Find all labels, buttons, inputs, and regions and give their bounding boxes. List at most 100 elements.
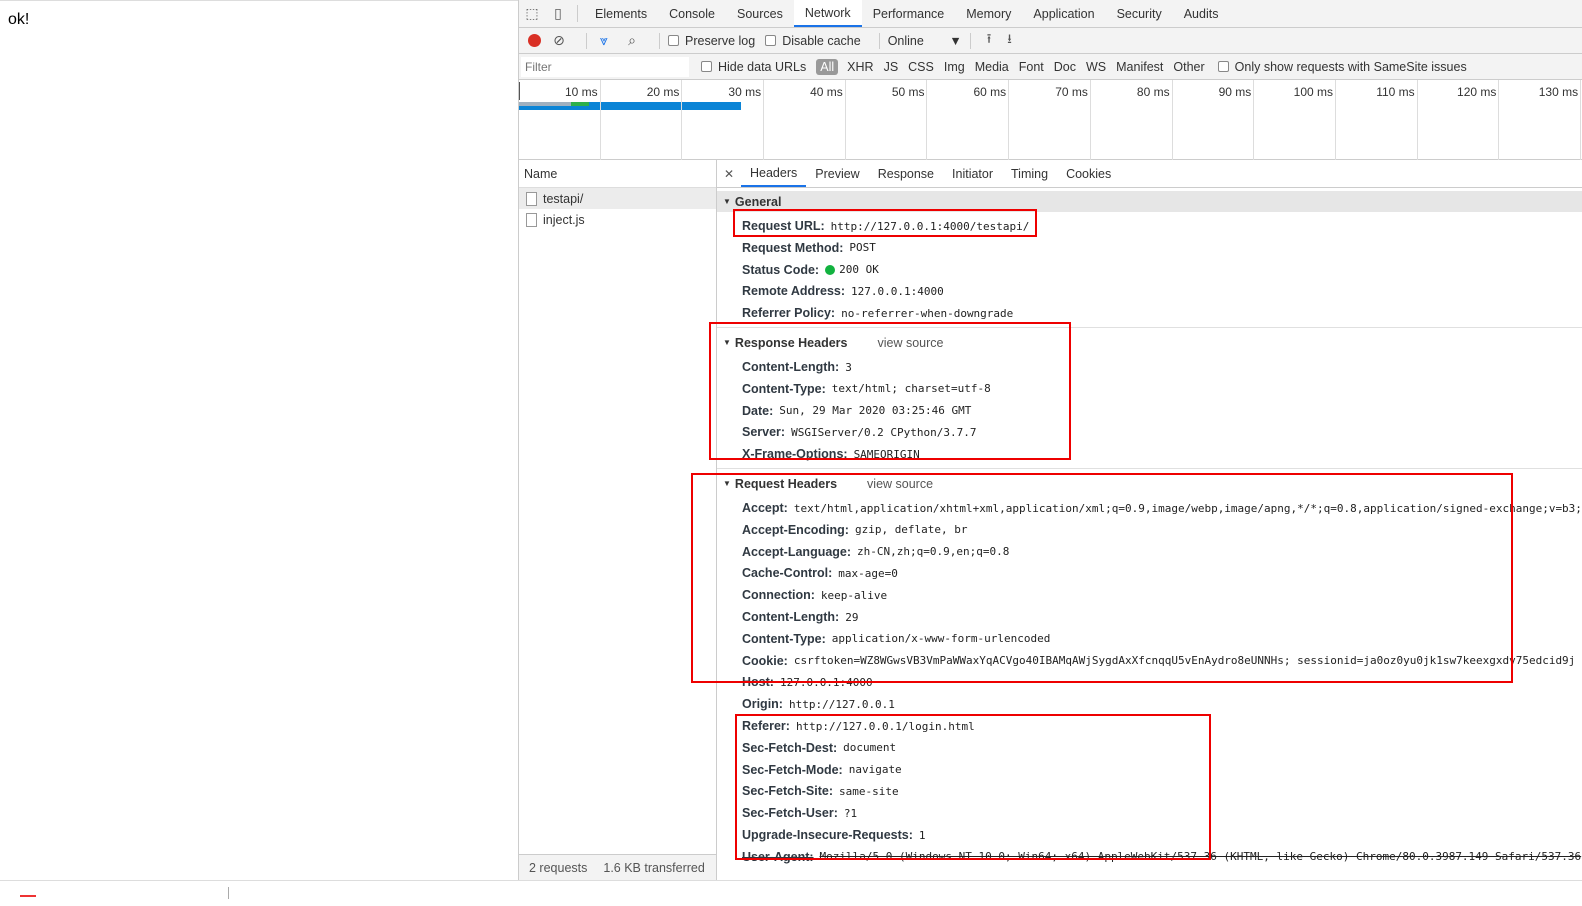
header-row: Date: Sun, 29 Mar 2020 03:25:46 GMT xyxy=(742,400,971,422)
search-icon[interactable]: ⌕ xyxy=(623,32,641,50)
tab-sources[interactable]: Sources xyxy=(726,0,794,27)
checkbox-icon[interactable] xyxy=(701,61,712,72)
type-filter-font[interactable]: Font xyxy=(1014,60,1049,74)
checkbox-icon[interactable] xyxy=(1217,61,1229,72)
header-value: 29 xyxy=(845,610,859,624)
header-row: Referrer Policy: no-referrer-when-downgra… xyxy=(742,302,1013,324)
type-filter-ws[interactable]: WS xyxy=(1081,60,1111,74)
tab-cookies[interactable]: Cookies xyxy=(1057,160,1120,187)
tab-memory[interactable]: Memory xyxy=(955,0,1022,27)
type-filter-media[interactable]: Media xyxy=(970,60,1014,74)
timeline-tick-label: 130 ms xyxy=(1538,85,1579,99)
hide-data-urls-checkbox[interactable]: Hide data URLs xyxy=(701,60,806,74)
view-source-link[interactable]: view source xyxy=(867,477,933,491)
header-value: text/html,application/xhtml+xml,applicat… xyxy=(793,501,1582,515)
header-row: Accept-Language: zh-CN,zh;q=0.9,en;q=0.8 xyxy=(742,541,1009,563)
timeline-overview[interactable]: 10 ms 20 ms 30 ms 40 ms 50 ms 60 ms 70 ms 80 ms… xyxy=(519,80,1582,160)
tab-network[interactable]: Network xyxy=(793,0,862,27)
header-row: Sec-Fetch-User: ?1 xyxy=(742,802,857,824)
timeline-tick-label: 50 ms xyxy=(891,85,925,99)
header-value: text/html; charset=utf-8 xyxy=(831,382,991,396)
type-filter-doc[interactable]: Doc xyxy=(1049,60,1081,74)
type-filter-css[interactable]: CSS xyxy=(903,60,939,74)
type-filter-all[interactable]: All xyxy=(816,58,839,75)
devtools-tabbar: ⬚ ▯ Elements Console Sources Network Per… xyxy=(519,0,1582,28)
header-value: ?1 xyxy=(843,806,858,820)
checkbox-icon[interactable] xyxy=(765,35,777,46)
timeline-tick-label: 30 ms xyxy=(728,85,762,99)
timeline-tick-label: 40 ms xyxy=(810,85,843,99)
header-row: Sec-Fetch-Mode: navigate xyxy=(742,759,902,781)
header-key: Referrer Policy: xyxy=(742,306,836,321)
checkbox-icon[interactable] xyxy=(668,35,679,46)
header-key: Request Method: xyxy=(742,240,844,255)
header-row: Content-Type: application/x-www-form-urle… xyxy=(742,628,1050,650)
bottom-strip xyxy=(0,880,1582,906)
timeline-tick-label: 110 ms xyxy=(1376,85,1415,99)
header-row: Status Code: 200 OK xyxy=(742,259,879,281)
header-row: Referer: http://127.0.0.1/login.html xyxy=(742,715,975,737)
tab-response[interactable]: Response xyxy=(869,160,943,187)
type-filter-manifest[interactable]: Manifest xyxy=(1111,60,1168,74)
tab-application[interactable]: Application xyxy=(1022,0,1105,27)
samesite-checkbox[interactable]: Only show requests with SameSite issues xyxy=(1217,60,1467,74)
export-har-icon[interactable]: ⭳ xyxy=(1007,30,1012,52)
header-row: Content-Length: 3 xyxy=(742,356,852,378)
timeline-tick-label: 70 ms xyxy=(1055,85,1088,99)
throttle-select[interactable]: Online ▼ xyxy=(888,34,962,48)
close-icon[interactable]: ✕ xyxy=(717,160,741,187)
timeline-tick-label: 100 ms xyxy=(1293,85,1333,99)
timeline-tick-label: 20 ms xyxy=(646,85,680,99)
tab-preview[interactable]: Preview xyxy=(806,160,868,187)
file-icon xyxy=(526,212,537,227)
filter-icon[interactable]: ⩔ xyxy=(595,32,613,50)
section-header[interactable]: ▼ Request Headers view source xyxy=(717,473,1582,494)
tab-console[interactable]: Console xyxy=(658,0,726,27)
device-toggle-icon[interactable]: ▯ xyxy=(545,0,571,27)
name-column-header[interactable]: Name xyxy=(519,160,716,188)
tab-initiator[interactable]: Initiator xyxy=(943,160,1002,187)
view-source-link[interactable]: view source xyxy=(877,336,943,350)
bottom-mark xyxy=(20,895,36,897)
status-footer: 2 requests 1.6 KB transferred xyxy=(519,854,716,880)
type-filter-xhr[interactable]: XHR xyxy=(842,60,878,74)
tab-audits[interactable]: Audits xyxy=(1173,0,1230,27)
page-body-text: ok! xyxy=(8,11,30,28)
header-row: Upgrade-Insecure-Requests: 1 xyxy=(742,824,926,846)
type-filter-other[interactable]: Other xyxy=(1168,60,1209,74)
header-value: WSGIServer/0.2 CPython/3.7.7 xyxy=(791,425,977,439)
transferred-size: 1.6 KB transferred xyxy=(603,860,705,875)
header-key: Sec-Fetch-Dest: xyxy=(742,740,838,755)
preserve-log-checkbox[interactable]: Preserve log xyxy=(668,34,755,48)
request-count: 2 requests xyxy=(529,860,588,875)
type-filter-img[interactable]: Img xyxy=(939,60,970,74)
section-header[interactable]: ▼ General xyxy=(717,191,1582,212)
request-row[interactable]: inject.js xyxy=(519,209,716,230)
type-filter-js[interactable]: JS xyxy=(879,60,904,74)
timeline-tick-label: 10 ms xyxy=(565,85,598,99)
header-row: X-Frame-Options: SAMEORIGIN xyxy=(742,443,920,465)
record-icon[interactable] xyxy=(528,34,541,47)
tab-elements[interactable]: Elements xyxy=(584,0,658,27)
inspect-element-icon[interactable]: ⬚ xyxy=(519,0,545,27)
header-value: gzip, deflate, br xyxy=(854,523,968,537)
section-header[interactable]: ▼ Response Headers view source xyxy=(717,332,1582,353)
file-icon xyxy=(526,191,537,206)
request-list: Name testapi/ inject.js 2 requests 1.6 K… xyxy=(519,160,717,880)
tab-headers[interactable]: Headers xyxy=(741,160,807,187)
header-value: no-referrer-when-downgrade xyxy=(841,306,1014,320)
tab-security[interactable]: Security xyxy=(1106,0,1173,27)
chevron-down-icon: ▼ xyxy=(949,33,962,48)
filter-input[interactable] xyxy=(521,56,689,77)
filter-bar: Hide data URLs All XHR JS CSS Img Media … xyxy=(519,54,1582,80)
tab-performance[interactable]: Performance xyxy=(862,0,956,27)
import-har-icon[interactable]: ⭱ xyxy=(987,30,992,52)
header-row: Host: 127.0.0.1:4000 xyxy=(742,671,873,693)
header-value: same-site xyxy=(839,784,899,798)
request-row[interactable]: testapi/ xyxy=(519,188,716,209)
clear-icon[interactable]: ⊘ xyxy=(550,32,568,50)
header-key: Connection: xyxy=(742,588,815,603)
section-divider xyxy=(717,327,1582,328)
tab-timing[interactable]: Timing xyxy=(1002,160,1057,187)
disable-cache-checkbox[interactable]: Disable cache xyxy=(765,34,861,48)
